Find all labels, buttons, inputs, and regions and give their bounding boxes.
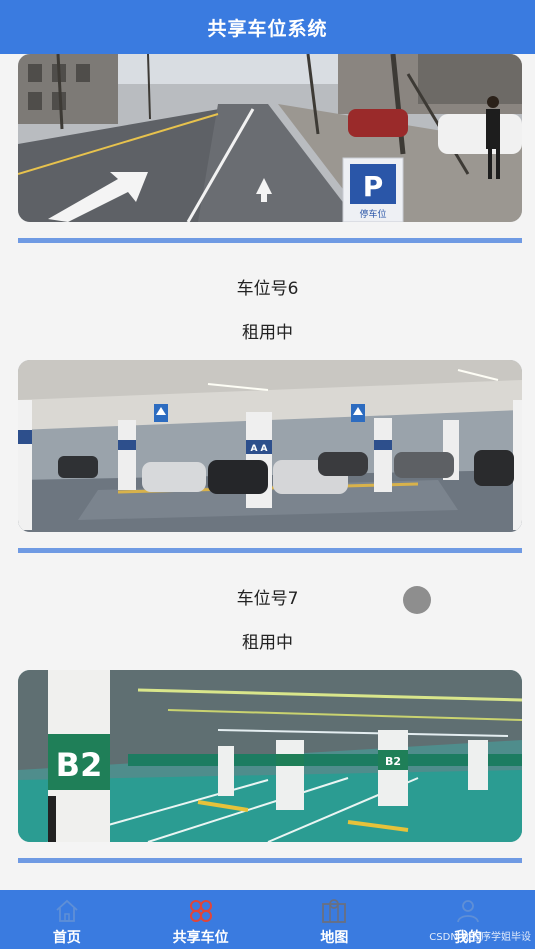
separator	[18, 238, 522, 243]
street-parking-photo[interactable]: P 停车位	[18, 54, 522, 222]
separator	[18, 548, 522, 553]
spot-number-label: 车位号7	[236, 589, 299, 609]
separator	[18, 858, 522, 863]
garage-photo-spot-6[interactable]: A A	[18, 360, 522, 532]
top-bar: 共享车位系统	[0, 0, 535, 54]
parking-sign-letter: P	[363, 170, 384, 203]
garage-photo-spot-7[interactable]: B2 B2	[18, 670, 522, 842]
tab-map[interactable]: 地图	[268, 890, 402, 949]
tab-home[interactable]: 首页	[0, 890, 134, 949]
spot-list[interactable]: P 停车位 车位号6 租用中 A A 车位号7 租用中 B2 B2	[0, 54, 535, 890]
spot-number-label: 车位号6	[236, 279, 299, 299]
home-icon	[56, 899, 78, 922]
floating-assist-dot[interactable]	[403, 586, 431, 614]
page-title: 共享车位系统	[207, 17, 328, 40]
tab-map-label: 地图	[320, 930, 349, 946]
spot-status-label: 租用中	[242, 633, 293, 653]
tab-home-label: 首页	[52, 930, 81, 946]
grid-icon	[189, 900, 212, 922]
map-icon	[322, 899, 347, 923]
parking-sign-caption: 停车位	[359, 208, 386, 220]
tab-shared-spots-label: 共享车位	[172, 930, 229, 946]
pillar-sign: A A	[250, 444, 267, 454]
bottom-tab-bar: 首页 共享车位 地图 我的 CSDN @程序学姐毕设	[0, 890, 535, 949]
tab-shared-spots[interactable]: 共享车位	[134, 890, 268, 949]
user-icon	[457, 900, 480, 923]
spot-status-label: 租用中	[242, 323, 293, 343]
small-level-sign: B2	[385, 755, 401, 768]
level-sign: B2	[56, 746, 103, 784]
watermark-text: CSDN @程序学姐毕设	[429, 932, 531, 943]
